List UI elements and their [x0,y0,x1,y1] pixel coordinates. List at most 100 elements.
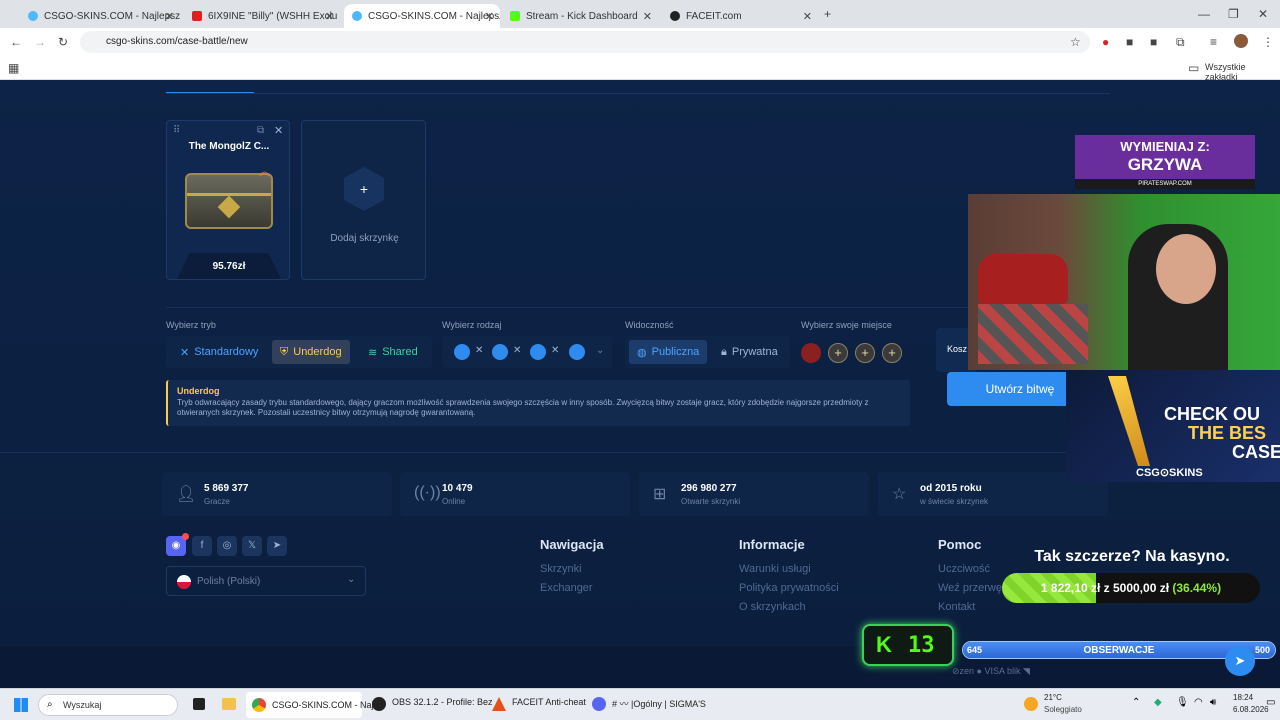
taskbar-app-discord[interactable]: # 〰 |Ogólny | SIGMA'S [612,697,706,710]
taskbar-app-chrome[interactable]: CSGO-SKINS.COM - Naj [246,692,374,718]
case-name: The MongolZ C... [188,141,270,152]
obs-icon[interactable] [372,697,386,711]
tab-4[interactable]: Stream - Kick Dashboard ✕ [502,4,658,28]
user-icon: 👤︎ [176,486,197,503]
ad-banner: CHECK OU THE BES CASE CSG⊙SKINS [1066,370,1280,482]
add-case-label: Dodaj skrzynkę [330,233,399,244]
back-icon[interactable]: ← [10,36,22,48]
type-selector[interactable]: ✕ ✕ ✕ ⌄ [442,336,612,368]
footer-link[interactable]: O skrzynkach [739,601,806,613]
seat-plus-icon[interactable]: + [855,343,875,363]
taskbar-app-obs[interactable]: OBS 32.1.2 - Profile: Bez [392,697,493,707]
footer-link[interactable]: Uczciwość [938,563,990,575]
visibility-private-button[interactable]: 🔒︎ Prywatna [713,340,786,364]
extensions-puzzle-icon[interactable]: ⧉ [1176,36,1185,48]
close-tab-icon[interactable]: ✕ [643,10,652,23]
drag-handle-icon[interactable]: ⠿ [173,125,180,136]
mode-info-box: Underdog Tryb odwracający zasady trybu s… [166,380,910,426]
visibility-public-button[interactable]: ◍ Publiczna [629,340,708,364]
remove-case-icon[interactable]: ✕ [274,124,283,137]
faceit-icon[interactable] [492,697,506,711]
media-icon[interactable]: ≡ [1210,36,1217,48]
clock-date[interactable]: 6.08.2026 [1233,705,1269,714]
footer-help-title: Pomoc [938,537,982,552]
address-bar[interactable]: csgo-skins.com/case-battle/new [80,31,1090,53]
type-label: Wybierz rodzaj [442,320,502,330]
footer-link[interactable]: Weź przerwę [938,582,1002,594]
case-card[interactable]: ⠿ ⧉ ✕ The MongolZ C... ︽ 95.76zł [166,120,290,280]
webcam-feed [968,194,1280,370]
reload-icon[interactable]: ↻ [58,36,68,48]
taskbar-search[interactable]: ⌕ Wyszukaj [38,694,178,716]
footer-link[interactable]: Exchanger [540,582,593,594]
footer-link[interactable]: Kontakt [938,601,975,613]
mode-label: Wybierz tryb [166,320,216,330]
telegram-icon[interactable]: ➤ [267,536,287,556]
taskbar-app-faceit[interactable]: FACEIT Anti-cheat [512,697,586,707]
chevron-down-icon[interactable]: ⌄ [596,345,604,356]
language-select[interactable]: Polish (Polski) ⌄ [166,566,366,596]
signal-icon: ((·)) [414,484,441,501]
footer-nav-title: Nawigacja [540,537,604,552]
file-explorer-icon[interactable] [222,698,236,710]
add-case-card[interactable]: + Dodaj skrzynkę [301,120,426,280]
player-icon [454,344,470,360]
notification-dot [182,533,189,540]
window-close-icon[interactable]: ✕ [1258,8,1268,20]
seat-plus-icon[interactable]: + [882,343,902,363]
mode-shared-button[interactable]: ≋ Shared [360,340,426,364]
discord-icon[interactable] [592,697,606,711]
globe-icon: ◍ [637,346,647,359]
forward-icon[interactable]: → [34,36,46,48]
clock-time[interactable]: 18:24 [1233,693,1253,702]
profile-avatar[interactable] [1234,34,1248,48]
x-twitter-icon[interactable]: 𝕏 [242,536,262,556]
kick-icon [510,11,520,21]
chat-bubble-icon[interactable]: ➤ [1225,646,1255,676]
instagram-icon[interactable]: ◎ [217,536,237,556]
tab-3-active[interactable]: CSGO-SKINS.COM - Najlepsze ✕ [344,4,500,28]
footer-link[interactable]: Warunki usługi [739,563,811,575]
new-tab-icon[interactable]: + [824,8,831,20]
mode-standard-button[interactable]: ✕ Standardowy [172,340,266,364]
tab-1[interactable]: CSGO-SKINS.COM - Najlepsze ✕ [20,4,180,28]
maximize-icon[interactable]: ❐ [1228,8,1239,20]
menu-icon[interactable]: ⋮ [1262,36,1274,48]
close-tab-icon[interactable]: ✕ [325,10,334,23]
tab-5[interactable]: FACEIT.com ✕ [662,4,818,28]
mode-underdog-button[interactable]: ⛨ Underdog [272,340,350,364]
add-case-plus-icon[interactable]: + [344,167,384,211]
seat-plus-icon[interactable]: + [828,343,848,363]
close-tab-icon[interactable]: ✕ [165,10,174,23]
bookmark-star-icon[interactable]: ☆ [1070,36,1081,48]
task-view-icon[interactable] [193,698,205,710]
duplicate-icon[interactable]: ⧉ [257,125,264,136]
stat-opened-cases: ⊞ 296 980 277 Otwarte skrzynki [639,472,869,516]
stat-players: 👤︎ 5 869 377 Gracze [162,472,392,516]
player-icon [530,344,546,360]
wifi-icon[interactable]: ◠ [1194,697,1203,708]
all-bookmarks-link[interactable]: Wszystkie zakładki [1205,62,1280,82]
microphone-icon[interactable]: 🎙︎ [1176,697,1189,708]
volume-icon[interactable]: 🔊︎ [1210,697,1216,708]
user-seat-avatar[interactable] [801,343,821,363]
mode-info-title: Underdog [177,386,220,396]
windows-start-icon[interactable] [14,698,28,712]
close-tab-icon[interactable]: ✕ [485,10,494,23]
weather-temp: 21°C [1044,693,1062,702]
notifications-icon[interactable]: ▭ [1266,697,1275,708]
faceit-icon [670,11,680,21]
minimize-icon[interactable]: — [1198,8,1210,20]
chevron-up-icon[interactable]: ⌃ [1132,697,1140,708]
extension-icon[interactable]: ● [1102,36,1109,48]
footer-link[interactable]: Skrzynki [540,563,582,575]
versus-icon: ✕ [475,345,484,356]
apps-grid-icon[interactable]: ▦ [8,62,19,74]
close-tab-icon[interactable]: ✕ [803,10,812,23]
extension-icon[interactable]: ■ [1126,36,1133,48]
footer-link[interactable]: Polityka prywatności [739,582,839,594]
tray-app-icon[interactable]: ◆ [1154,697,1162,708]
facebook-icon[interactable]: f [192,536,212,556]
tab-2[interactable]: 6IX9INE "Billy" (WSHH Exclu ✕ [184,4,340,28]
extension-icon[interactable]: ■ [1150,36,1157,48]
